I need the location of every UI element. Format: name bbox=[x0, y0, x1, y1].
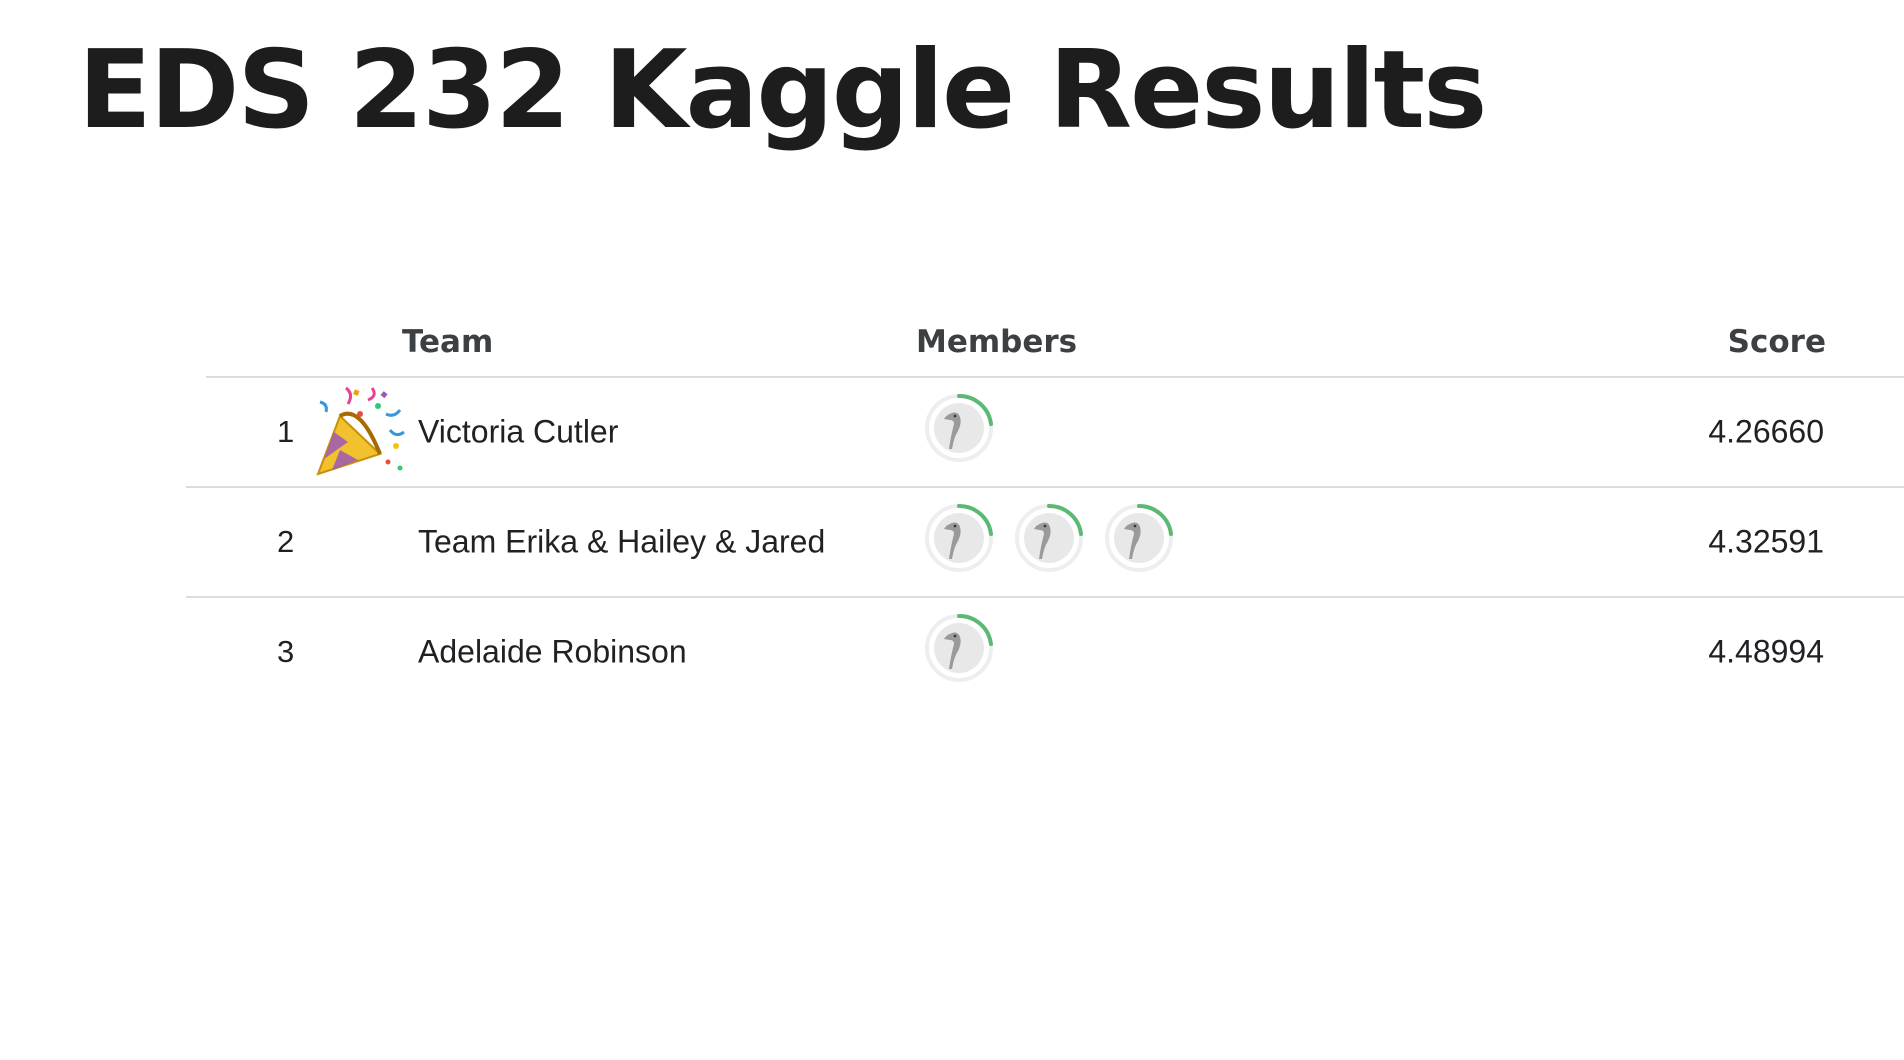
goose-avatar-icon[interactable] bbox=[924, 393, 994, 463]
column-header-score[interactable]: Score bbox=[1728, 324, 1826, 360]
leaderboard-table: Team Members Score 1 Victoria Cutler 4.2… bbox=[186, 310, 1904, 700]
members-avatars bbox=[924, 613, 994, 691]
row-score: 4.48994 bbox=[1708, 633, 1824, 670]
team-name-link[interactable]: Victoria Cutler bbox=[418, 414, 618, 451]
row-score: 4.26660 bbox=[1708, 413, 1824, 450]
row-rank: 3 bbox=[277, 634, 295, 669]
column-header-team[interactable]: Team bbox=[402, 324, 493, 360]
goose-avatar-icon[interactable] bbox=[924, 613, 994, 683]
goose-avatar-icon[interactable] bbox=[1104, 503, 1174, 573]
row-rank: 2 bbox=[277, 524, 295, 559]
team-name-link[interactable]: Adelaide Robinson bbox=[418, 634, 687, 671]
column-header-members: Members bbox=[916, 324, 1078, 360]
members-avatars bbox=[924, 393, 994, 471]
page-title: EDS 232 Kaggle Results bbox=[78, 28, 1487, 153]
table-row[interactable]: 2 Team Erika & Hailey & Jared 4.32591 bbox=[186, 488, 1904, 596]
goose-avatar-icon[interactable] bbox=[924, 503, 994, 573]
team-name-link[interactable]: Team Erika & Hailey & Jared bbox=[418, 524, 825, 561]
members-avatars bbox=[924, 503, 1174, 581]
goose-avatar-icon[interactable] bbox=[1014, 503, 1084, 573]
table-row[interactable]: 1 Victoria Cutler 4.26660 bbox=[186, 378, 1904, 486]
table-row[interactable]: 3 Adelaide Robinson 4.48994 bbox=[186, 598, 1904, 706]
party-popper-icon bbox=[310, 384, 406, 480]
row-score: 4.32591 bbox=[1708, 523, 1824, 560]
row-rank: 1 bbox=[277, 414, 295, 449]
